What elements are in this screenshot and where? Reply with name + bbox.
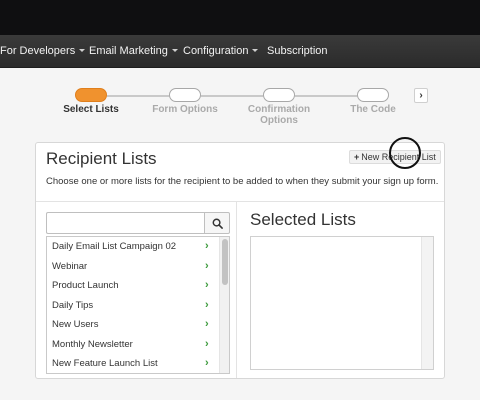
wizard-label-form-options: Form Options xyxy=(152,104,218,115)
panel-divider xyxy=(36,201,444,202)
list-item[interactable]: Daily Tips › xyxy=(47,296,219,316)
list-search-input[interactable] xyxy=(46,212,204,234)
nav-configuration[interactable]: Configuration xyxy=(183,35,259,68)
caret-down-icon xyxy=(252,48,259,52)
wizard-step-select-lists[interactable] xyxy=(75,88,107,102)
plus-icon: + xyxy=(354,152,360,162)
chevron-right-icon: › xyxy=(205,240,209,252)
selected-lists-title: Selected Lists xyxy=(250,210,356,229)
caret-down-icon xyxy=(171,48,178,52)
wizard-connector xyxy=(201,95,263,97)
selected-lists-scrollbar[interactable] xyxy=(421,237,433,369)
chevron-right-icon: › xyxy=(205,298,209,311)
list-item-label: New Users xyxy=(52,319,99,330)
panel-title: Recipient Lists xyxy=(46,149,157,168)
chevron-right-icon: › xyxy=(205,259,209,272)
nav-label: Configuration xyxy=(183,45,249,57)
list-item[interactable]: Daily Email List Campaign 02 › xyxy=(47,237,219,257)
list-item-label: Product Launch xyxy=(52,280,119,291)
column-divider xyxy=(236,202,237,378)
list-item-label: Daily Email List Campaign 02 xyxy=(52,241,177,252)
list-item[interactable]: Monthly Newsletter › xyxy=(47,335,219,355)
wizard-step-the-code[interactable] xyxy=(357,88,389,102)
list-item[interactable]: Product Launch › xyxy=(47,276,219,296)
wizard-connector xyxy=(107,95,169,97)
chevron-right-icon: › xyxy=(205,357,209,369)
list-item-label: Daily Tips xyxy=(52,299,94,311)
scrollbar-thumb[interactable] xyxy=(222,239,228,285)
nav-label: Subscription xyxy=(267,45,328,57)
list-item[interactable]: Webinar › xyxy=(47,257,219,277)
wizard-step-form-options[interactable] xyxy=(169,88,201,102)
list-item[interactable]: New Feature Launch List › xyxy=(47,354,219,373)
list-scrollbar[interactable] xyxy=(219,237,229,373)
cursor-highlight-ring xyxy=(389,137,421,169)
chevron-right-icon: › xyxy=(205,279,209,291)
list-item-label: Webinar xyxy=(52,260,88,272)
wizard-next-button[interactable]: › xyxy=(414,88,428,103)
search-button[interactable] xyxy=(204,212,230,234)
wizard-label-the-code: The Code xyxy=(350,104,396,115)
nav-subscription[interactable]: Subscription xyxy=(267,35,328,68)
selected-lists-box[interactable] xyxy=(250,236,434,370)
caret-down-icon xyxy=(79,48,86,52)
nav-for-developers[interactable]: For Developers xyxy=(0,35,86,68)
top-dark-bar xyxy=(0,0,480,35)
wizard-connector xyxy=(295,95,357,97)
main-navbar: For Developers Email Marketing Configura… xyxy=(0,35,480,68)
wizard-label-confirmation-options: Confirmation Options xyxy=(247,104,311,126)
chevron-right-icon: › xyxy=(205,337,209,350)
list-item-label: Monthly Newsletter xyxy=(52,338,133,350)
chevron-right-icon: › xyxy=(419,90,423,101)
wizard-label-select-lists: Select Lists xyxy=(63,104,119,115)
nav-label: For Developers xyxy=(0,45,76,57)
nav-email-marketing[interactable]: Email Marketing xyxy=(89,35,178,68)
list-item[interactable]: New Users › xyxy=(47,315,219,335)
wizard-step-confirmation-options[interactable] xyxy=(263,88,295,102)
chevron-right-icon: › xyxy=(205,318,209,330)
panel-description: Choose one or more lists for the recipie… xyxy=(46,176,439,187)
available-lists: Daily Email List Campaign 02 › Webinar › P… xyxy=(46,236,230,374)
search-icon xyxy=(212,218,223,229)
nav-label: Email Marketing xyxy=(89,45,168,57)
recipient-lists-panel: Recipient Lists + New Recipient List Choo… xyxy=(35,142,445,379)
list-item-label: New Feature Launch List xyxy=(52,358,158,369)
